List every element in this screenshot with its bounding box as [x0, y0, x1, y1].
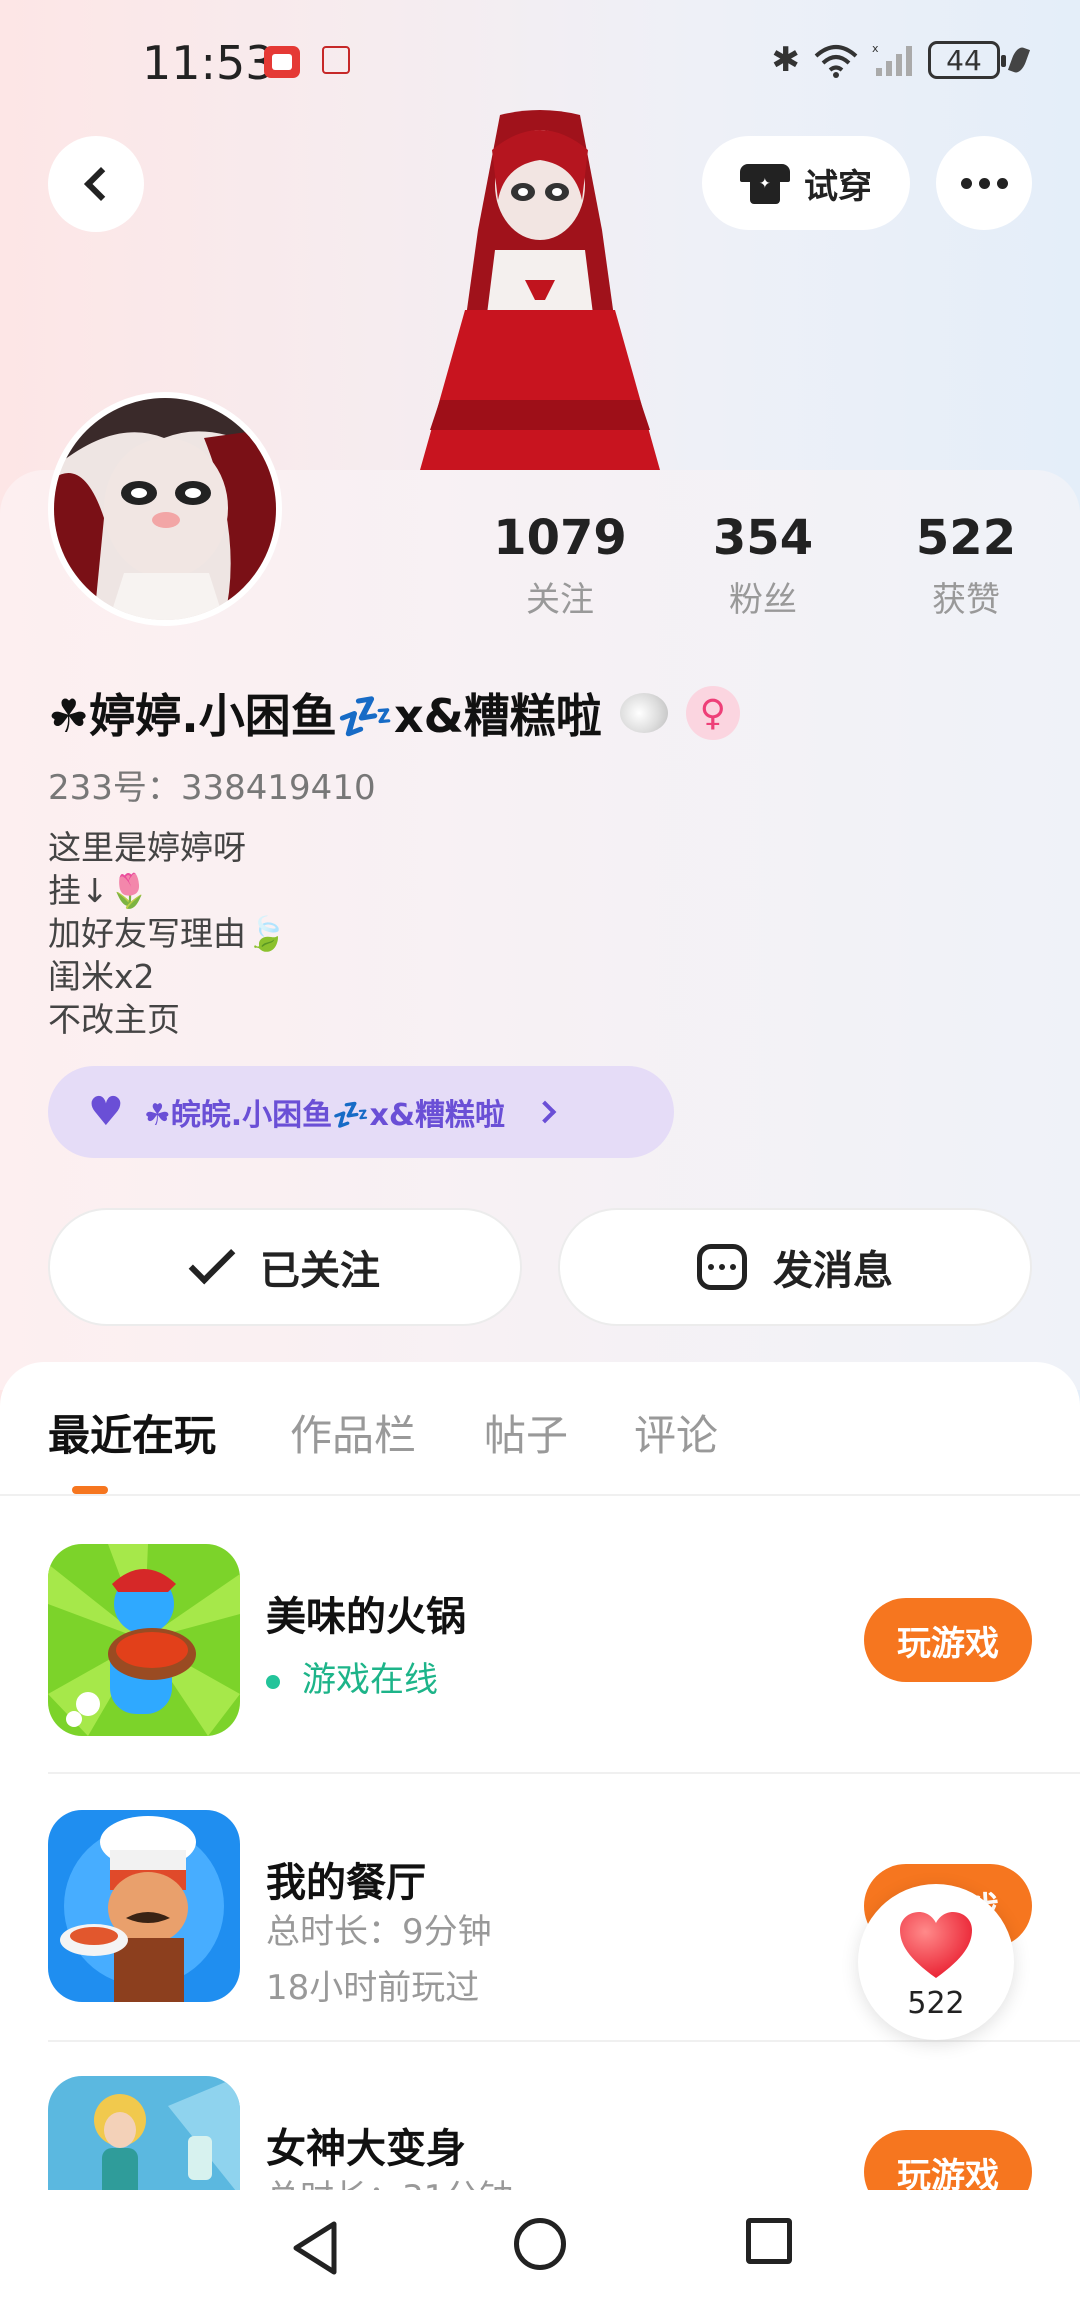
- svg-text:x: x: [872, 42, 879, 55]
- couple-heart-icon: ♥: [88, 1089, 124, 1135]
- battery-level: 44: [946, 43, 982, 77]
- system-navigation-bar: [0, 2190, 1080, 2310]
- couple-name: ☘皖皖.小困鱼💤x&糟糕啦: [143, 1098, 506, 1133]
- dot-icon: [960, 177, 972, 189]
- bio-line: 这里是婷婷呀: [48, 828, 246, 867]
- tab-comments[interactable]: 评论: [634, 1402, 718, 1463]
- nav-recent-apps-icon[interactable]: [746, 2218, 792, 2264]
- back-button[interactable]: [48, 136, 144, 232]
- power-saving-icon: [1007, 45, 1031, 75]
- notification-app-icon: [264, 46, 300, 78]
- game-title: 美味的火锅: [266, 1594, 466, 1640]
- smoke-emoji-icon: [619, 693, 668, 733]
- online-status-label: 游戏在线: [302, 1660, 438, 1700]
- game-online-status: 游戏在线: [266, 1652, 438, 1701]
- bluetooth-icon: ✱: [771, 40, 801, 80]
- nav-back-icon[interactable]: [290, 2220, 342, 2276]
- floating-like-button[interactable]: 522: [858, 1884, 1014, 2040]
- online-dot-icon: [266, 1674, 280, 1689]
- profile-screen: 11:53 ✱ x 44 ✦ 试穿 1079 关注 354 粉丝 522 获赞 …: [0, 0, 1080, 2310]
- female-gender-icon: ♀: [685, 686, 740, 740]
- following-label: 关注: [526, 580, 594, 620]
- tab-divider: [0, 1494, 1080, 1496]
- likes-label: 获赞: [932, 580, 1000, 620]
- nav-home-icon[interactable]: [514, 2218, 566, 2270]
- back-arrow-icon: [84, 167, 118, 201]
- likes-count: 522: [915, 510, 1017, 566]
- play-game-button[interactable]: 玩游戏: [864, 1598, 1032, 1682]
- game-row[interactable]: 美味的火锅 游戏在线 玩游戏: [48, 1544, 1032, 1738]
- game-duration: 总时长：9分钟: [266, 1912, 492, 1952]
- content-panel: 最近在玩 作品栏 帖子 评论 美味的火锅 游戏在线 玩游戏 我的餐厅 总时长：9…: [0, 1362, 1080, 2310]
- heart-icon: [900, 1912, 972, 1978]
- avatar-image: [54, 398, 276, 620]
- dot-icon: [996, 177, 1008, 189]
- followers-label: 粉丝: [729, 580, 797, 620]
- user-id: 233号：338419410: [48, 768, 376, 808]
- stat-following[interactable]: 1079 关注: [480, 510, 640, 621]
- try-on-button[interactable]: ✦ 试穿: [702, 136, 910, 230]
- username-row: ☘婷婷.小困鱼💤x&糟糕啦 ♀: [48, 680, 740, 746]
- battery-icon: 44: [928, 41, 1006, 79]
- row-divider: [48, 2040, 1080, 2042]
- active-tab-indicator: [72, 1486, 108, 1494]
- send-message-label: 发消息: [773, 1248, 893, 1294]
- bio-line: 闺米x2: [48, 957, 155, 996]
- game-title: 女神大变身: [266, 2126, 466, 2172]
- row-divider: [48, 1772, 1080, 1774]
- followed-button[interactable]: 已关注: [48, 1208, 522, 1326]
- message-icon: [697, 1244, 747, 1290]
- shirt-icon: ✦: [740, 162, 790, 204]
- status-bar: 11:53 ✱ x 44: [0, 0, 1080, 120]
- try-on-label: 试穿: [804, 166, 872, 207]
- username: ☘婷婷.小困鱼💤x&糟糕啦: [48, 689, 602, 743]
- dot-icon: [978, 177, 990, 189]
- action-row: 已关注 发消息: [48, 1208, 1032, 1326]
- check-icon: [188, 1237, 236, 1285]
- more-options-button[interactable]: [936, 136, 1032, 230]
- bio-line: 不改主页: [48, 1000, 180, 1039]
- tab-recently-played[interactable]: 最近在玩: [48, 1402, 216, 1463]
- following-count: 1079: [493, 510, 627, 566]
- avatar-character-figure: [420, 110, 660, 470]
- bio-line: 加好友写理由🍃: [48, 914, 288, 953]
- game-icon-hotpot: [48, 1544, 240, 1736]
- tab-works[interactable]: 作品栏: [290, 1402, 416, 1463]
- followers-count: 354: [712, 510, 814, 566]
- signal-icon: x: [872, 42, 912, 76]
- huawei-notification-icon: [322, 46, 350, 74]
- status-icons: ✱ x 44: [771, 40, 1031, 80]
- stat-likes[interactable]: 522 获赞: [886, 510, 1046, 621]
- bio-line: 挂↓🌷: [48, 871, 150, 910]
- game-title: 我的餐厅: [266, 1860, 426, 1906]
- bio: 这里是婷婷呀 挂↓🌷 加好友写理由🍃 闺米x2 不改主页: [48, 826, 287, 1041]
- floating-like-count: 522: [907, 1986, 965, 2021]
- tab-posts[interactable]: 帖子: [484, 1402, 568, 1463]
- chevron-right-icon: [533, 1100, 557, 1124]
- stat-followers[interactable]: 354 粉丝: [683, 510, 843, 621]
- followed-label: 已关注: [260, 1248, 380, 1294]
- send-message-button[interactable]: 发消息: [558, 1208, 1032, 1326]
- status-time: 11:53: [142, 36, 275, 90]
- game-icon-restaurant: [48, 1810, 240, 2002]
- game-last-played: 18小时前玩过: [266, 1968, 480, 2008]
- profile-stats: 1079 关注 354 粉丝 522 获赞: [480, 510, 1040, 630]
- wifi-icon: [814, 45, 858, 78]
- profile-avatar[interactable]: [48, 392, 282, 626]
- couple-link[interactable]: ♥ ☘皖皖.小困鱼💤x&糟糕啦: [48, 1066, 674, 1158]
